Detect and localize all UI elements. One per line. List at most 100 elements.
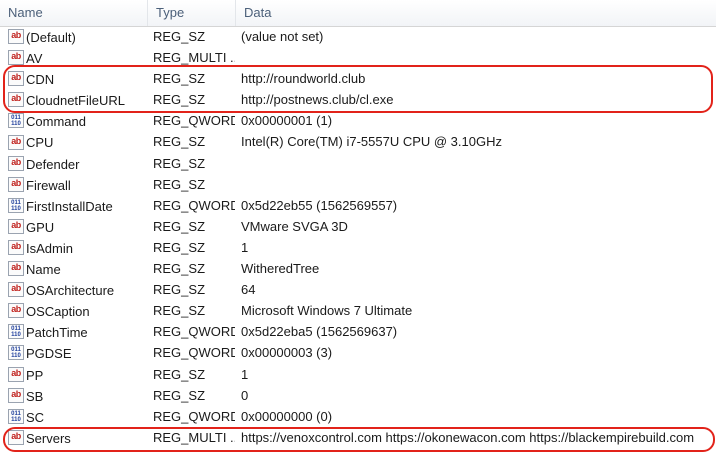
icon-glyph: ab bbox=[11, 30, 21, 41]
icon-glyph: ab bbox=[11, 219, 21, 230]
value-data: https://venoxcontrol.com https://okonewa… bbox=[241, 429, 695, 445]
column-header-bar: Name Type Data bbox=[0, 0, 716, 27]
table-row[interactable]: ab Servers REG_MULTI ... https://venoxcontr… bbox=[0, 427, 716, 448]
value-data: WitheredTree bbox=[241, 261, 320, 277]
value-type: REG_SZ bbox=[153, 218, 206, 234]
value-name-cell[interactable]: ab SB bbox=[8, 385, 148, 406]
value-data: 0 bbox=[241, 387, 249, 403]
value-name-cell[interactable]: ab AV bbox=[8, 47, 148, 68]
value-name-cell[interactable]: ab (Default) bbox=[8, 26, 148, 47]
value-name-cell[interactable]: 011 110 Command bbox=[8, 110, 148, 131]
table-row[interactable]: 011 110 PGDSE REG_QWORD 0x00000003 (3) bbox=[0, 342, 716, 363]
value-type: REG_QWORD bbox=[153, 345, 235, 361]
value-type: REG_SZ bbox=[153, 387, 206, 403]
value-name-cell[interactable]: 011 110 SC bbox=[8, 406, 148, 427]
table-row[interactable]: 011 110 FirstInstallDate REG_QWORD 0x5d22eb5… bbox=[0, 195, 716, 216]
value-name: Defender bbox=[26, 156, 80, 172]
value-data: http://postnews.club/cl.exe bbox=[241, 92, 394, 108]
value-data: 64 bbox=[241, 282, 256, 298]
table-row[interactable]: ab AV REG_MULTI ... bbox=[0, 47, 716, 68]
value-name-cell[interactable]: ab CloudnetFileURL bbox=[8, 89, 148, 110]
string-value-icon: ab bbox=[8, 303, 24, 319]
value-name: FirstInstallDate bbox=[26, 198, 113, 214]
table-row[interactable]: ab Defender REG_SZ bbox=[0, 153, 716, 174]
value-name: CDN bbox=[26, 72, 55, 88]
value-data: 1 bbox=[241, 366, 249, 382]
value-name: OSCaption bbox=[26, 304, 90, 320]
value-name-cell[interactable]: ab GPU bbox=[8, 216, 148, 237]
table-row[interactable]: ab (Default) REG_SZ (value not set) bbox=[0, 26, 716, 47]
value-data bbox=[241, 47, 716, 68]
value-data: 1 bbox=[241, 239, 249, 255]
string-value-icon: ab bbox=[8, 71, 24, 87]
icon-glyph: ab bbox=[11, 93, 21, 104]
table-row[interactable]: ab CloudnetFileURL REG_SZ http://postnews.c… bbox=[0, 89, 716, 110]
icon-glyph: ab bbox=[11, 135, 21, 146]
value-name: OSArchitecture bbox=[26, 283, 115, 299]
value-name: Command bbox=[26, 114, 86, 130]
table-row[interactable]: ab SB REG_SZ 0 bbox=[0, 385, 716, 406]
value-name: (Default) bbox=[26, 30, 76, 46]
value-name: CloudnetFileURL bbox=[26, 93, 125, 109]
value-name: Servers bbox=[26, 430, 71, 446]
column-header-type[interactable]: Type bbox=[148, 0, 236, 26]
value-data: Intel(R) Core(TM) i7-5557U CPU @ 3.10GHz bbox=[241, 134, 502, 150]
icon-glyph: 011 110 bbox=[11, 326, 21, 339]
value-type: REG_SZ bbox=[153, 282, 206, 298]
table-row[interactable]: ab IsAdmin REG_SZ 1 bbox=[0, 237, 716, 258]
value-name-cell[interactable]: ab IsAdmin bbox=[8, 237, 148, 258]
icon-glyph: ab bbox=[11, 72, 21, 83]
string-value-icon: ab bbox=[8, 282, 24, 298]
table-row[interactable]: ab OSCaption REG_SZ Microsoft Windows 7 Ult… bbox=[0, 300, 716, 321]
string-value-icon: ab bbox=[8, 366, 24, 382]
table-row[interactable]: ab Firewall REG_SZ bbox=[0, 174, 716, 195]
value-data bbox=[241, 153, 716, 174]
icon-glyph: ab bbox=[11, 304, 21, 315]
table-row[interactable]: ab GPU REG_SZ VMware SVGA 3D bbox=[0, 216, 716, 237]
value-type: REG_SZ bbox=[153, 92, 206, 108]
value-type: REG_SZ bbox=[153, 176, 206, 192]
table-row[interactable]: 011 110 PatchTime REG_QWORD 0x5d22eba5 (1562… bbox=[0, 321, 716, 342]
value-name-cell[interactable]: ab OSCaption bbox=[8, 300, 148, 321]
table-row[interactable]: 011 110 Command REG_QWORD 0x00000001 (1) bbox=[0, 110, 716, 131]
binary-value-icon: 011 110 bbox=[8, 324, 24, 340]
value-name-cell[interactable]: 011 110 PatchTime bbox=[8, 321, 148, 342]
value-name-cell[interactable]: ab CDN bbox=[8, 68, 148, 89]
table-row[interactable]: ab Name REG_SZ WitheredTree bbox=[0, 258, 716, 279]
value-name-cell[interactable]: ab Defender bbox=[8, 153, 148, 174]
value-name: IsAdmin bbox=[26, 240, 73, 256]
value-name-cell[interactable]: ab Servers bbox=[8, 427, 148, 448]
icon-glyph: 011 110 bbox=[11, 199, 21, 212]
value-name-cell[interactable]: ab PP bbox=[8, 364, 148, 385]
value-type: REG_QWORD bbox=[153, 197, 235, 213]
binary-value-icon: 011 110 bbox=[8, 197, 24, 213]
string-value-icon: ab bbox=[8, 50, 24, 66]
value-name-cell[interactable]: 011 110 PGDSE bbox=[8, 342, 148, 363]
table-row[interactable]: ab PP REG_SZ 1 bbox=[0, 364, 716, 385]
string-value-icon: ab bbox=[8, 155, 24, 171]
column-header-data[interactable]: Data bbox=[236, 0, 716, 26]
value-name-cell[interactable]: ab OSArchitecture bbox=[8, 279, 148, 300]
value-type: REG_QWORD bbox=[153, 113, 235, 129]
table-row[interactable]: 011 110 SC REG_QWORD 0x00000000 (0) bbox=[0, 406, 716, 427]
column-header-name[interactable]: Name bbox=[0, 0, 148, 26]
value-type: REG_SZ bbox=[153, 303, 206, 319]
icon-glyph: ab bbox=[11, 367, 21, 378]
value-data: 0x00000001 (1) bbox=[241, 113, 333, 129]
table-row[interactable]: ab CPU REG_SZ Intel(R) Core(TM) i7-5557U CP… bbox=[0, 131, 716, 152]
value-name-cell[interactable]: ab Firewall bbox=[8, 174, 148, 195]
value-data: (value not set) bbox=[241, 29, 324, 44]
value-type: REG_SZ bbox=[153, 29, 206, 44]
value-type: REG_MULTI ... bbox=[153, 50, 235, 66]
table-row[interactable]: ab CDN REG_SZ http://roundworld.club bbox=[0, 68, 716, 89]
value-type: REG_SZ bbox=[153, 134, 206, 150]
value-data: VMware SVGA 3D bbox=[241, 218, 348, 234]
value-name: PP bbox=[26, 367, 44, 383]
table-row[interactable]: ab OSArchitecture REG_SZ 64 bbox=[0, 279, 716, 300]
value-name-cell[interactable]: ab CPU bbox=[8, 131, 148, 152]
value-name-cell[interactable]: 011 110 FirstInstallDate bbox=[8, 195, 148, 216]
string-value-icon: ab bbox=[8, 134, 24, 150]
value-type: REG_QWORD bbox=[153, 408, 235, 424]
icon-glyph: 011 110 bbox=[11, 115, 21, 128]
value-name-cell[interactable]: ab Name bbox=[8, 258, 148, 279]
